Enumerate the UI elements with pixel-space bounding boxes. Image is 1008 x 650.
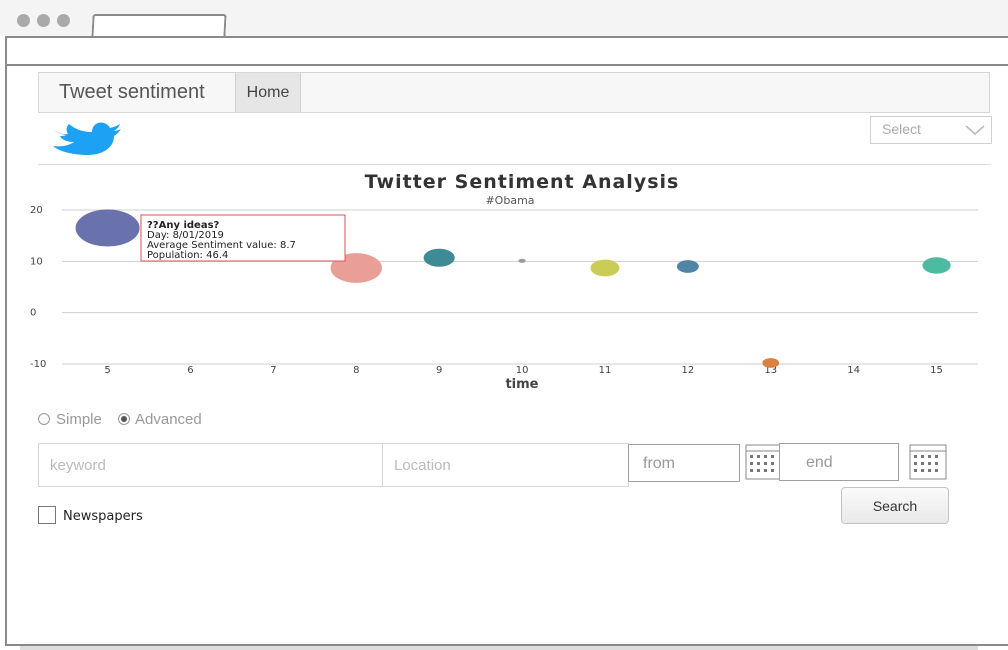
filter-select-label: Select [882,121,921,137]
from-placeholder: from [643,455,675,472]
browser-titlebar [0,0,1008,38]
x-tick-label: 12 [681,365,694,376]
chrome-divider [6,64,1008,66]
end-date-input[interactable]: end [779,443,899,481]
y-tick-label: 20 [30,205,43,216]
simple-radio-label[interactable]: Simple [56,411,102,428]
calendar-icon[interactable] [745,444,783,480]
nav-home-tab[interactable]: Home [235,73,301,112]
data-bubble [590,259,620,277]
address-bar[interactable] [6,38,1008,64]
filter-select[interactable]: Select [870,116,992,144]
x-axis-label: time [505,377,538,392]
advanced-radio[interactable] [118,413,130,425]
window-close-dot[interactable] [17,14,30,27]
newspapers-checkbox[interactable] [38,506,56,524]
x-tick-label: 15 [930,365,943,376]
window-minimize-dot[interactable] [37,14,50,27]
data-bubble [423,248,455,267]
calendar-icon[interactable] [909,444,947,480]
data-bubble [676,260,699,273]
newspapers-label[interactable]: Newspapers [63,509,143,524]
y-tick-label: 10 [30,256,43,267]
data-bubble [922,257,951,274]
x-tick-label: 5 [104,365,110,376]
data-bubble [75,209,140,247]
y-tick-label: 0 [30,308,36,319]
brand-title[interactable]: Tweet sentiment [59,81,205,104]
keyword-placeholder: keyword [50,457,106,474]
x-tick-label: 9 [436,365,442,376]
horizontal-scrollbar[interactable] [20,646,978,650]
data-bubble [762,358,780,368]
content-divider [38,164,991,165]
chart-title: Twitter Sentiment Analysis [365,171,680,193]
chart-subtitle: #Obama [485,194,534,207]
x-tick-label: 8 [353,365,359,376]
x-tick-label: 10 [516,365,529,376]
x-tick-label: 11 [599,365,612,376]
sentiment-chart: Twitter Sentiment Analysis #Obama 20 10 0 -… [30,171,978,392]
search-button[interactable]: Search [841,487,949,524]
y-tick-label: -10 [30,359,46,370]
keyword-input[interactable]: keyword [38,443,383,487]
advanced-radio-label[interactable]: Advanced [135,411,202,428]
browser-tab[interactable] [91,14,227,38]
end-placeholder: end [806,454,833,471]
simple-radio[interactable] [38,413,50,425]
x-tick-label: 7 [270,365,276,376]
location-placeholder: Location [394,457,451,474]
location-input[interactable]: Location [382,443,629,487]
tooltip-population: Population: 46.4 [147,250,228,261]
data-bubble [518,258,526,263]
window-frame [5,36,7,646]
x-tick-label: 6 [187,365,193,376]
x-tick-label: 14 [847,365,860,376]
window-maximize-dot[interactable] [57,14,70,27]
chart-tooltip: ??Any ideas? Day: 8/01/2019 Average Sent… [140,214,346,262]
navbar: Tweet sentiment Home [38,72,990,113]
from-date-input[interactable]: from [628,444,740,482]
twitter-bird-icon [53,122,121,155]
chevron-down-icon [965,125,985,136]
